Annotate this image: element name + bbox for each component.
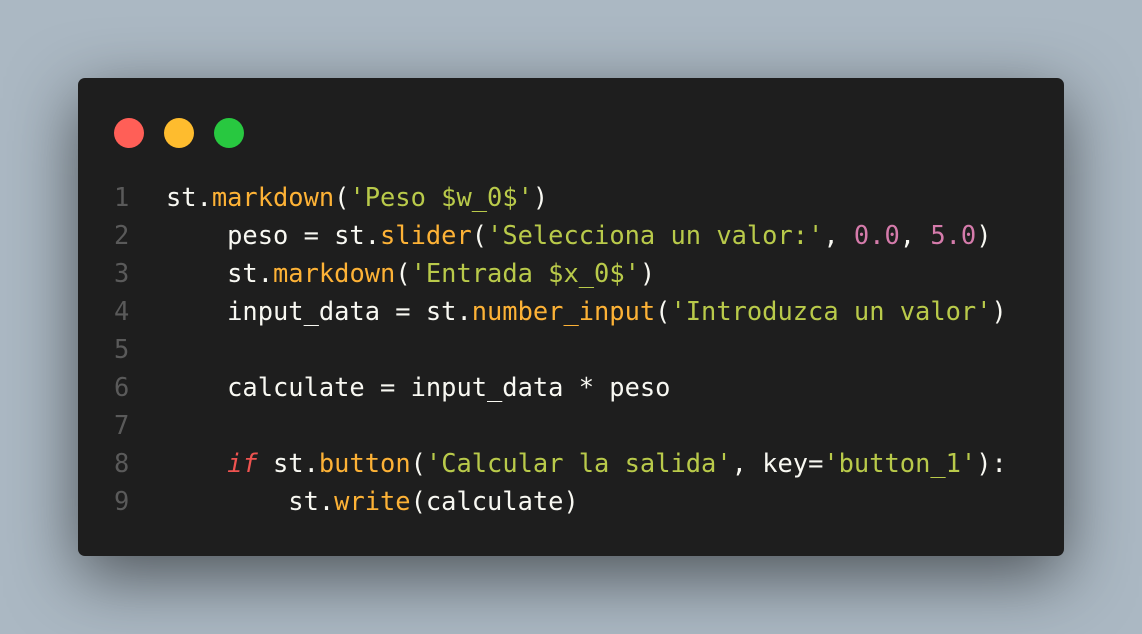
code-token: ) bbox=[532, 182, 549, 212]
code-token: button bbox=[318, 448, 411, 478]
code-token: st. bbox=[166, 258, 274, 288]
code-token: st. bbox=[166, 182, 212, 212]
code-token: ) bbox=[639, 258, 656, 288]
code-token: 0.0 bbox=[853, 220, 900, 250]
line-number: 6 bbox=[114, 372, 130, 402]
code-token: 'Introduzca un valor' bbox=[670, 296, 992, 326]
code-text: st.markdown('Peso $w_0$') bbox=[166, 178, 548, 216]
code-token: (calculate) bbox=[410, 486, 579, 516]
code-text: st.markdown('Entrada $x_0$') bbox=[166, 254, 655, 292]
code-token: 'button_1' bbox=[823, 448, 977, 478]
code-token: ( bbox=[410, 448, 426, 478]
code-token: ) bbox=[976, 220, 992, 250]
code-token: 'Entrada $x_0$' bbox=[410, 258, 640, 288]
code-window: 1 st.markdown('Peso $w_0$') 2 peso = st.sl… bbox=[78, 78, 1064, 556]
code-block: 1 st.markdown('Peso $w_0$') 2 peso = st.sl… bbox=[78, 178, 1064, 520]
line-number: 7 bbox=[114, 410, 130, 440]
close-button[interactable] bbox=[114, 118, 144, 148]
line-number: 5 bbox=[114, 334, 130, 364]
code-token: input_data = st. bbox=[166, 296, 472, 326]
code-text: input_data = st.number_input('Introduzca… bbox=[166, 292, 1007, 330]
code-line: 1 st.markdown('Peso $w_0$') bbox=[78, 178, 1064, 216]
code-line: 3 st.markdown('Entrada $x_0$') bbox=[78, 254, 1064, 292]
code-text: if st.button('Calcular la salida', key='… bbox=[166, 444, 1007, 482]
code-line: 7 bbox=[78, 406, 1064, 444]
code-line: 8 if st.button('Calcular la salida', key… bbox=[78, 444, 1064, 482]
line-number: 2 bbox=[114, 220, 130, 250]
line-number: 8 bbox=[114, 448, 130, 478]
code-token: 'Calcular la salida' bbox=[425, 448, 732, 478]
code-token: ): bbox=[976, 448, 1007, 478]
code-text: calculate = input_data * peso bbox=[166, 368, 670, 406]
code-token: ( bbox=[395, 258, 411, 288]
code-line: 5 bbox=[78, 330, 1064, 368]
maximize-button[interactable] bbox=[214, 118, 244, 148]
code-token: calculate = input_data * peso bbox=[166, 372, 671, 402]
code-token: ( bbox=[334, 182, 350, 212]
code-token: st. bbox=[166, 486, 335, 516]
code-token: slider bbox=[380, 220, 472, 250]
code-token: number_input bbox=[471, 296, 656, 326]
code-token: if bbox=[227, 448, 258, 478]
line-number: 4 bbox=[114, 296, 130, 326]
code-line: 2 peso = st.slider('Selecciona un valor:… bbox=[78, 216, 1064, 254]
code-line: 9 st.write(calculate) bbox=[78, 482, 1064, 520]
code-token: , key= bbox=[731, 448, 824, 478]
code-token: ) bbox=[991, 296, 1007, 326]
code-token: peso = st. bbox=[166, 220, 381, 250]
code-text: peso = st.slider('Selecciona un valor:',… bbox=[166, 216, 992, 254]
line-number: 9 bbox=[114, 486, 130, 516]
code-token: 'Peso $w_0$' bbox=[349, 182, 533, 212]
code-token: 5.0 bbox=[930, 220, 977, 250]
line-number: 3 bbox=[114, 258, 130, 288]
code-token: write bbox=[334, 486, 411, 516]
code-token: 'Selecciona un valor:' bbox=[487, 220, 824, 250]
window-controls bbox=[114, 118, 244, 148]
minimize-button[interactable] bbox=[164, 118, 194, 148]
code-text: st.write(calculate) bbox=[166, 482, 579, 520]
line-number: 1 bbox=[114, 182, 130, 212]
code-token: ( bbox=[655, 296, 671, 326]
code-line: 6 calculate = input_data * peso bbox=[78, 368, 1064, 406]
code-token: markdown bbox=[211, 182, 335, 212]
code-token: , bbox=[823, 220, 854, 250]
code-token: st. bbox=[257, 448, 319, 478]
code-token: markdown bbox=[273, 258, 396, 288]
code-line: 4 input_data = st.number_input('Introduz… bbox=[78, 292, 1064, 330]
code-token: , bbox=[899, 220, 931, 250]
code-token: ( bbox=[471, 220, 488, 250]
